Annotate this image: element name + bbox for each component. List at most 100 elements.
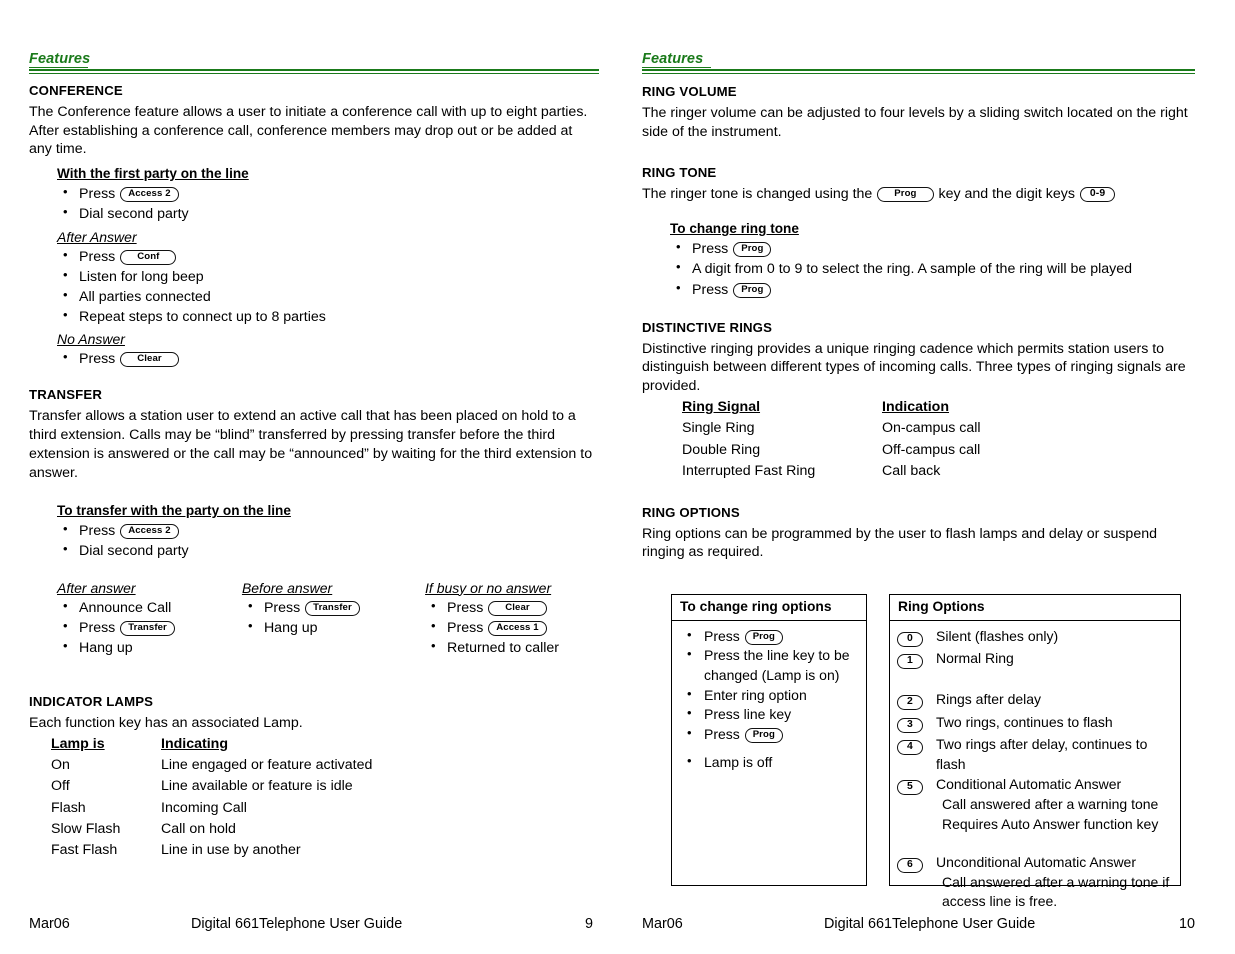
list-item: Dial second party: [57, 540, 599, 561]
key-clear: Clear: [488, 600, 547, 616]
running-head-rule: [642, 69, 1195, 74]
transfer-column-before-answer: Before answer Press Transfer Hang up: [242, 576, 425, 658]
list-item: All parties connected: [57, 286, 599, 307]
table-row: Interrupted Fast Ring Call back: [682, 462, 981, 483]
option-subline: Call answered after a warning tone: [942, 795, 1159, 812]
footer-page-number: 10: [1178, 916, 1195, 932]
option-main-text: Unconditional Automatic Answer: [936, 854, 1136, 871]
page-left: Features CONFERENCE The Conference featu…: [0, 0, 617, 954]
option-subline: Call answered after a warning tone if ac…: [942, 873, 1170, 910]
ring-tone-intro-part1: The ringer tone is changed using the: [642, 186, 873, 203]
list-item: Press Clear: [425, 597, 599, 618]
running-head-label: Features: [642, 51, 704, 67]
column-heading: Before answer: [241, 579, 333, 596]
transfer-body: Transfer allows a station user to extend…: [29, 408, 593, 481]
running-head-rule: [29, 69, 599, 74]
option-text: Unconditional Automatic Answer Call answ…: [936, 853, 1174, 912]
key-access-1: Access 1: [488, 620, 547, 636]
ring-options-boxes: To change ring options Press Prog Press …: [671, 594, 1195, 909]
step-text: Press: [79, 186, 116, 203]
option-text: Two rings, continues to flash: [936, 713, 1113, 730]
item-text: Press: [263, 599, 301, 616]
key-conf: Conf: [120, 249, 177, 265]
option-digit-key: 4: [896, 735, 936, 757]
option-digit-key: 3: [896, 713, 936, 735]
ring-option-row: 1 Normal Ring: [896, 649, 1174, 671]
key-prog: Prog: [733, 242, 772, 258]
page-right: Features RING VOLUME The ringer volume c…: [617, 0, 1235, 954]
cell-indication: Line engaged or feature activated: [161, 757, 373, 774]
ring-option-row: 6 Unconditional Automatic Answer Call an…: [896, 853, 1174, 912]
table-row: Off Line available or feature is idle: [51, 777, 372, 798]
footer-left: Mar06 Digital 661Telephone User Guide 9: [0, 916, 617, 932]
distinctive-rings-table: Ring Signal Indication Single Ring On-ca…: [682, 398, 981, 483]
key-prog: Prog: [733, 282, 772, 298]
list-item: Returned to caller: [425, 637, 599, 658]
cell-lamp-state: Off: [51, 778, 70, 795]
column-items: Press Clear Press Access 1 Returned to c…: [425, 597, 599, 658]
list-item: Repeat steps to connect up to 8 parties: [57, 306, 599, 327]
key-digit-3: 3: [897, 717, 923, 733]
key-access-2: Access 2: [120, 524, 179, 540]
conference-after-answer-steps: Press Conf Listen for long beep All part…: [57, 246, 599, 328]
option-digit-key: 0: [896, 627, 936, 649]
option-text: Normal Ring: [936, 650, 1014, 667]
key-digit-6: 6: [897, 858, 923, 874]
list-item: Listen for long beep: [57, 266, 599, 287]
cell-lamp-state: On: [51, 757, 70, 774]
table-row: Single Ring On-campus call: [682, 419, 981, 440]
cell-ring-signal: Single Ring: [682, 420, 755, 437]
key-digits-0-9: 0-9: [1079, 187, 1116, 203]
table-row: Flash Incoming Call: [51, 799, 372, 820]
list-item: Lamp is off: [678, 752, 860, 773]
change-ring-options-steps: Press Prog Press the line key to be chan…: [678, 626, 860, 745]
option-text: Conditional Automatic Answer Call answer…: [936, 775, 1174, 834]
list-item: A digit from 0 to 9 to select the ring. …: [670, 258, 1195, 279]
list-item: Press Clear: [57, 348, 599, 369]
cell-indication: Incoming Call: [161, 799, 247, 816]
cell-lamp-state: Flash: [51, 799, 86, 816]
section-title-ring-tone: RING TONE: [642, 165, 717, 181]
column-items: Announce Call Press Transfer Hang up: [57, 597, 242, 658]
item-text: Hang up: [263, 619, 318, 636]
section-title-ring-options: RING OPTIONS: [642, 504, 740, 520]
conference-sub-heading: With the first party on the line: [57, 166, 249, 182]
list-item: Press Transfer: [57, 617, 242, 638]
item-text: Announce Call: [79, 599, 172, 616]
option-text: Two rings after delay, continues to flas…: [936, 736, 1148, 772]
change-ring-options-final: Lamp is off: [678, 752, 860, 773]
list-item: Hang up: [242, 617, 425, 638]
ring-tone-intro-part2: key and the digit keys: [938, 186, 1075, 203]
list-item: Press Prog: [670, 279, 1195, 300]
transfer-column-if-busy: If busy or no answer Press Clear Press A…: [425, 576, 599, 658]
footer-title: Digital 661Telephone User Guide: [191, 916, 403, 932]
key-prog: Prog: [877, 187, 934, 203]
step-text: Press: [704, 725, 740, 742]
list-item: Hang up: [57, 637, 242, 658]
box-body: Press Prog Press the line key to be chan…: [672, 621, 866, 773]
table-row: Double Ring Off-campus call: [682, 441, 981, 462]
ring-option-row: 2 Rings after delay: [896, 690, 1174, 712]
list-item: Announce Call: [57, 597, 242, 618]
item-text: Press: [79, 619, 116, 636]
box-header: To change ring options: [672, 595, 866, 621]
footer-right: Mar06 Digital 661Telephone User Guide 10: [617, 916, 1235, 932]
indicator-lamps-table: Lamp is Indicating On Line engaged or fe…: [51, 735, 372, 862]
list-item: Enter ring option: [678, 685, 860, 706]
section-title-transfer: TRANSFER: [29, 387, 102, 403]
running-head-right: Features: [642, 50, 1195, 74]
option-digit-key: 1: [896, 649, 936, 671]
cell-lamp-state: Slow Flash: [51, 820, 121, 837]
footer-page-number: 9: [584, 916, 593, 932]
item-text: Hang up: [79, 639, 133, 656]
key-prog: Prog: [744, 629, 783, 645]
step-text: Press: [692, 281, 729, 298]
key-clear: Clear: [120, 352, 179, 368]
box-ring-options: Ring Options 0 Silent (flashes only) 1 N…: [889, 594, 1181, 909]
box-body: 0 Silent (flashes only) 1 Normal Ring 2 …: [890, 621, 1180, 912]
cell-indication: Call back: [882, 462, 941, 479]
ring-tone-sub-heading: To change ring tone: [670, 221, 799, 237]
item-text: Press: [447, 599, 484, 616]
section-title-conference: CONFERENCE: [29, 83, 123, 98]
key-transfer: Transfer: [120, 620, 175, 636]
